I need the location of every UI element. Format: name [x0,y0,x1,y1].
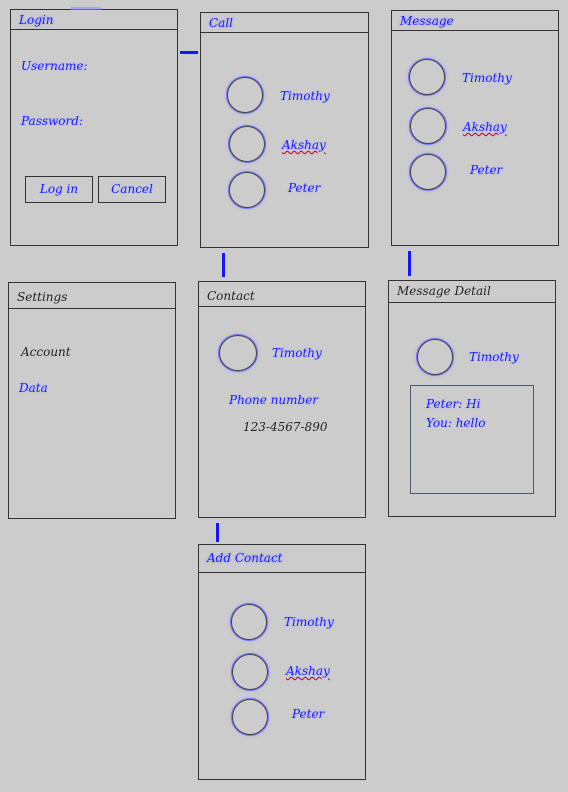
settings-item-account[interactable]: Account [21,345,71,359]
contact-name: Timothy [272,346,322,360]
phone-value[interactable]: 123-4567-890 [243,420,327,434]
connector-call-contact [222,253,225,277]
message-thread: Peter: Hi You: hello [410,385,534,494]
settings-item-data[interactable]: Data [19,381,48,395]
message-screen: Message Timothy Akshay Peter [391,10,559,246]
contact-title: Contact [199,282,365,307]
message-line: Peter: Hi [426,397,481,411]
message-detail-title: Message Detail [389,281,555,303]
settings-title: Settings [9,283,175,309]
contact-name[interactable]: Timothy [280,89,330,103]
call-screen: Call Timothy Akshay Peter [200,12,369,248]
contact-name[interactable]: Peter [292,707,324,721]
avatar [232,699,268,735]
avatar [232,654,268,690]
add-contact-screen: Add Contact Timothy Akshay Peter [198,544,366,780]
connector-message-detail [408,251,411,276]
login-title: Login [11,10,177,30]
contact-name[interactable]: Peter [470,163,502,177]
settings-screen: Settings Account Data [8,282,176,519]
cancel-button[interactable]: Cancel [98,176,166,203]
title-glow [71,7,101,10]
login-button[interactable]: Log in [25,176,93,203]
contact-name[interactable]: Akshay [463,120,507,134]
contact-name[interactable]: Peter [288,181,320,195]
avatar [219,335,257,371]
contact-name[interactable]: Timothy [462,71,512,85]
avatar [417,339,453,375]
avatar [410,154,446,190]
avatar [410,108,446,144]
avatar [229,172,265,208]
contact-name: Timothy [469,350,519,364]
message-detail-screen: Message Detail Timothy Peter: Hi You: he… [388,280,556,517]
avatar [231,604,267,640]
login-screen: Login Username: Password: Log in Cancel [10,7,178,246]
connector-login-call [180,51,198,54]
avatar [409,59,445,95]
contact-name[interactable]: Akshay [286,664,330,678]
message-title: Message [392,11,558,31]
connector-contact-add [216,523,219,542]
avatar [227,77,263,113]
call-title: Call [201,13,368,33]
contact-name[interactable]: Timothy [284,615,334,629]
password-label: Password: [21,114,83,128]
username-label: Username: [21,59,88,73]
contact-name[interactable]: Akshay [282,138,326,152]
avatar [229,126,265,162]
phone-label: Phone number [229,393,319,407]
message-line: You: hello [426,416,486,430]
contact-screen: Contact Timothy Phone number 123-4567-89… [198,281,366,518]
add-contact-title: Add Contact [199,545,365,573]
